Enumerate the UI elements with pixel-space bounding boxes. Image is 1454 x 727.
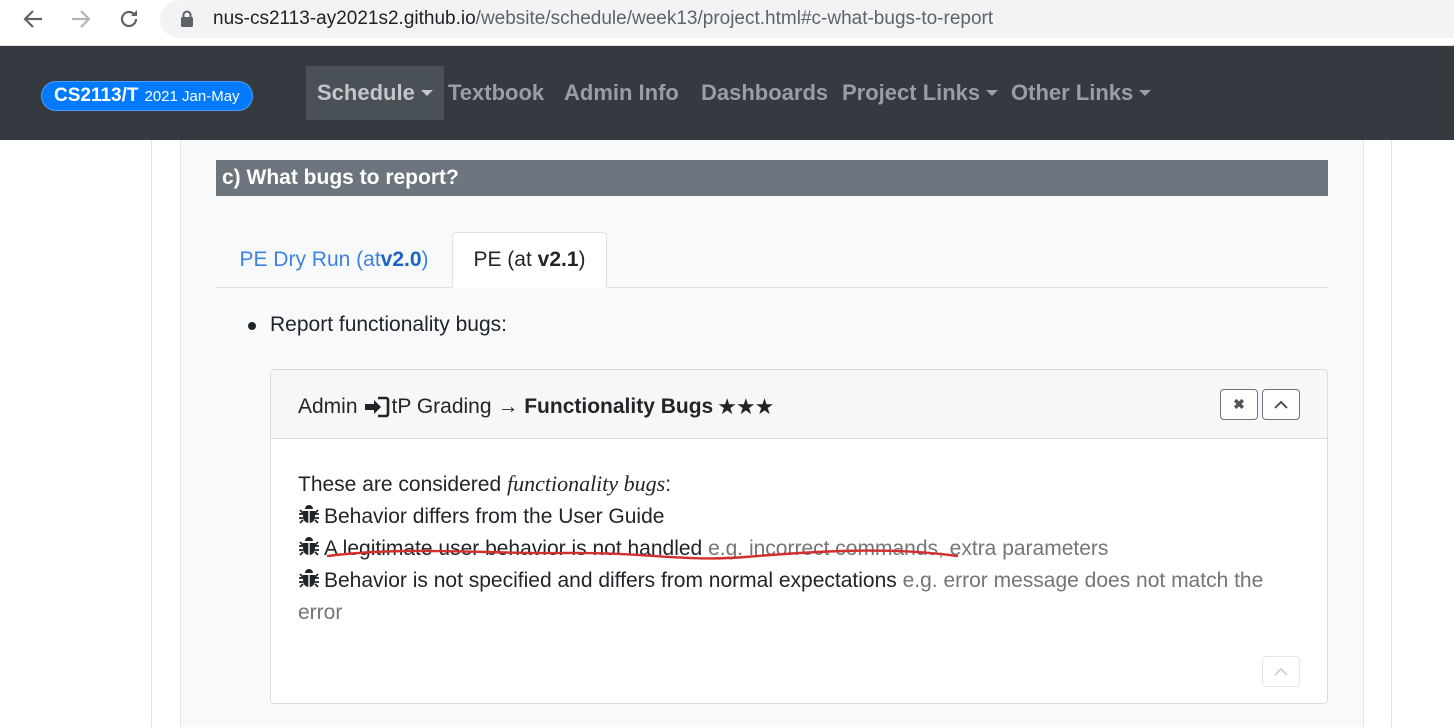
nav-admin-info[interactable]: Admin Info [564, 66, 679, 120]
panel-title-middle: tP Grading → [391, 395, 519, 418]
tab-label-suffix: ) [578, 248, 586, 271]
bullet-point [248, 322, 256, 330]
close-button[interactable]: ✖ [1220, 389, 1258, 420]
tab-version: v2.1 [537, 248, 579, 271]
intro-prefix: These are considered [298, 473, 507, 496]
panel-title-bold: Functionality Bugs [524, 395, 714, 418]
section-heading: c) What bugs to report? [216, 160, 1328, 196]
brand-semester: 2021 Jan-May [144, 87, 240, 105]
list-item: Behavior differs from the User Guide [298, 501, 1308, 533]
caret-down-icon [986, 90, 999, 96]
intro-italic: functionality bugs [506, 471, 666, 496]
brand-title: CS2113/T [54, 85, 139, 106]
list-item: A legitimate user behavior is not handle… [298, 533, 1308, 565]
tab-pe[interactable]: PE (at v2.1) [452, 232, 607, 288]
item-text: Behavior is not specified and differs fr… [324, 569, 897, 592]
panel-header[interactable]: Admin tP Grading → Functionality Bugs ★★… [271, 370, 1327, 439]
nav-dashboards[interactable]: Dashboards [701, 66, 828, 120]
close-icon: ✖ [1233, 396, 1245, 412]
item-text: Behavior differs from the User Guide [324, 505, 665, 528]
nav-other-links-label: Other Links [1011, 80, 1134, 105]
url-host: nus-cs2113-ay2021s2.github.io [213, 8, 476, 29]
tab-label-prefix: PE (at [473, 248, 532, 271]
browser-toolbar: nus-cs2113-ay2021s2.github.io/website/sc… [0, 0, 1454, 46]
list-item: Behavior is not specified and differs fr… [298, 565, 1308, 629]
caret-down-icon [420, 90, 433, 96]
bug-icon [299, 569, 319, 588]
tab-pe-dry-run[interactable]: PE Dry Run (at v2.0) [216, 232, 452, 288]
section-heading-text: c) What bugs to report? [222, 166, 459, 189]
tab-version: v2.0 [380, 248, 422, 271]
panel-body: These are considered functionality bugs:… [298, 468, 1308, 629]
chevron-up-icon [1274, 667, 1288, 676]
bullet-text: Report functionality bugs: [270, 313, 507, 336]
nav-other-links[interactable]: Other Links [1011, 66, 1152, 120]
bug-icon [299, 537, 319, 556]
panel-title-prefix: Admin [298, 395, 358, 418]
panel-title: Admin tP Grading → Functionality Bugs ★★… [298, 394, 774, 420]
bug-icon [299, 505, 319, 524]
item-text: A legitimate user behavior is not handle… [324, 537, 703, 560]
login-icon [364, 396, 389, 418]
intro-suffix: : [665, 473, 672, 496]
nav-project-links[interactable]: Project Links [842, 66, 999, 120]
tab-label-suffix: ) [421, 248, 429, 271]
nav-schedule-label: Schedule [317, 80, 415, 105]
divider [1391, 140, 1392, 727]
back-icon[interactable] [17, 6, 49, 32]
site-navbar: CS2113/T 2021 Jan-May Schedule Textbook … [0, 46, 1454, 140]
caret-down-icon [1139, 90, 1152, 96]
nav-project-links-label: Project Links [842, 80, 981, 105]
star-rating: ★★★ [717, 394, 774, 419]
forward-icon[interactable] [65, 6, 97, 32]
url-text: nus-cs2113-ay2021s2.github.io/website/sc… [213, 8, 993, 30]
functionality-bugs-panel: Admin tP Grading → Functionality Bugs ★★… [270, 369, 1328, 704]
collapse-button-bottom[interactable] [1262, 656, 1300, 687]
item-example: e.g. incorrect commands, extra parameter… [702, 537, 1109, 560]
address-bar[interactable]: nus-cs2113-ay2021s2.github.io/website/sc… [160, 0, 1454, 38]
lock-icon [181, 10, 193, 27]
nav-textbook[interactable]: Textbook [448, 66, 544, 120]
nav-admin-info-label: Admin Info [564, 80, 679, 105]
tab-label-prefix: PE Dry Run (at [239, 248, 381, 271]
collapse-button[interactable] [1262, 389, 1300, 420]
nav-schedule[interactable]: Schedule [306, 66, 444, 120]
nav-dashboards-label: Dashboards [701, 80, 829, 105]
url-path: /website/schedule/week13/project.html#c-… [475, 8, 994, 29]
reload-icon[interactable] [113, 6, 145, 32]
divider [151, 140, 152, 727]
chevron-up-icon [1274, 400, 1288, 409]
nav-textbook-label: Textbook [448, 80, 545, 105]
intro-line: These are considered functionality bugs: [298, 468, 1308, 501]
course-brand-badge[interactable]: CS2113/T 2021 Jan-May [41, 81, 253, 111]
